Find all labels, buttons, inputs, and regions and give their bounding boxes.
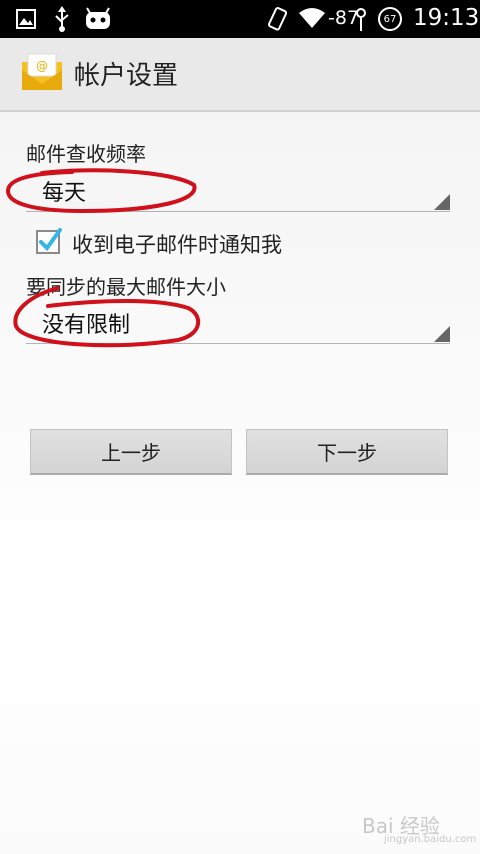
notify-checkbox[interactable] bbox=[36, 228, 62, 254]
image-icon bbox=[16, 9, 36, 29]
red-annotation-circle bbox=[13, 286, 200, 348]
action-bar: @ 帐户设置 bbox=[0, 38, 480, 112]
battery-icon: 67 bbox=[378, 7, 402, 31]
status-bar: -87 67 19:13 bbox=[0, 0, 480, 38]
wifi-icon bbox=[299, 8, 325, 28]
svg-text:@: @ bbox=[36, 59, 48, 73]
usb-icon bbox=[55, 6, 69, 32]
notify-checkbox-label[interactable]: 收到电子邮件时通知我 bbox=[72, 229, 282, 259]
dropdown-arrow-icon bbox=[434, 326, 450, 342]
clock: 19:13 bbox=[413, 5, 480, 31]
signal-icon bbox=[356, 8, 366, 31]
red-annotation-circle bbox=[5, 168, 197, 214]
email-icon[interactable]: @ bbox=[20, 52, 64, 92]
vibrate-icon bbox=[267, 7, 288, 31]
next-button[interactable]: 下一步 bbox=[246, 429, 448, 475]
cyanogenmod-icon bbox=[86, 7, 110, 29]
previous-button[interactable]: 上一步 bbox=[30, 429, 232, 475]
battery-level: 67 bbox=[383, 13, 397, 25]
checkmark-icon bbox=[36, 228, 62, 254]
page-title: 帐户设置 bbox=[74, 61, 179, 91]
check-frequency-label: 邮件查收频率 bbox=[26, 142, 146, 166]
dropdown-arrow-icon bbox=[434, 194, 450, 210]
watermark-url: jingyan.baidu.com bbox=[384, 834, 477, 845]
